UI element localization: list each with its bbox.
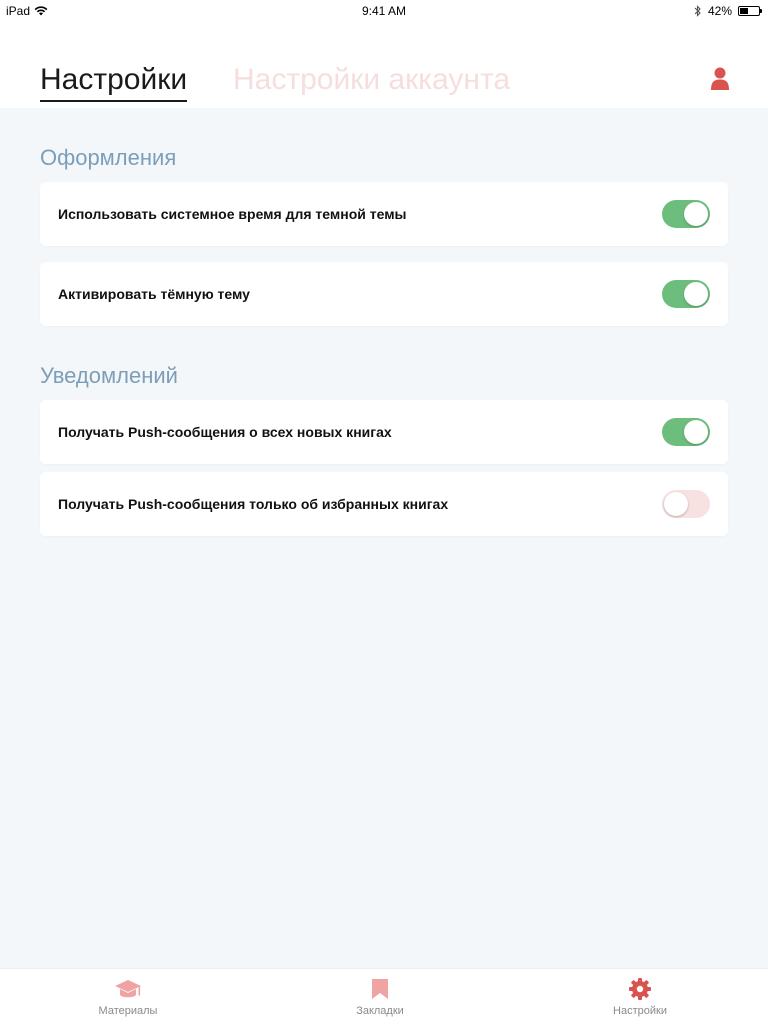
bookmark-icon [372,979,388,999]
system-time-dark-theme-toggle[interactable] [662,200,710,228]
setting-label: Получать Push-сообщения о всех новых кни… [58,424,392,440]
battery-icon [738,6,762,16]
tab-account-settings[interactable]: Настройки аккаунта [233,62,510,98]
setting-row-system-time-dark-theme: Использовать системное время для темной … [40,182,728,246]
graduation-cap-icon [115,980,141,998]
gear-icon [629,978,651,1000]
section-title-appearance: Оформления [40,145,177,170]
user-icon [711,67,729,90]
tab-bar-label: Настройки [613,1005,667,1017]
bluetooth-icon [694,5,701,17]
tab-bar-label: Закладки [356,1005,404,1017]
tab-bar-item-bookmarks[interactable]: Закладки [320,977,440,1017]
status-bar: iPad 9:41 AM 42% [0,0,768,22]
push-favorite-books-toggle[interactable] [662,490,710,518]
section-title-notifications: Уведомлений [40,363,178,388]
push-all-books-toggle[interactable] [662,418,710,446]
status-time: 9:41 AM [361,4,407,18]
battery-percent: 42% [707,4,732,18]
toggle-knob [684,202,708,226]
setting-row-dark-theme: Активировать тёмную тему [40,262,728,326]
setting-label: Активировать тёмную тему [58,286,250,302]
tab-bar-item-materials[interactable]: Материалы [68,977,188,1017]
tab-bar-item-settings[interactable]: Настройки [580,977,700,1017]
header: Настройки Настройки аккаунта [0,22,768,108]
status-right: 42% [694,4,762,18]
setting-row-push-all-books: Получать Push-сообщения о всех новых кни… [40,400,728,464]
toggle-knob [664,492,688,516]
setting-label: Получать Push-сообщения только об избран… [58,496,449,512]
toggle-knob [684,282,708,306]
profile-button[interactable] [708,66,732,92]
setting-label: Использовать системное время для темной … [58,206,407,222]
setting-row-push-favorite-books: Получать Push-сообщения только об избран… [40,472,728,536]
tab-settings[interactable]: Настройки [40,62,188,102]
tab-bar-label: Материалы [98,1005,158,1017]
battery-fill [740,8,748,14]
settings-screen: iPad 9:41 AM 42% Настройки Настройки акк… [0,0,768,1024]
dark-theme-toggle[interactable] [662,280,710,308]
toggle-knob [684,420,708,444]
bottom-tab-bar: Материалы Закладки Настройки [0,968,768,1024]
